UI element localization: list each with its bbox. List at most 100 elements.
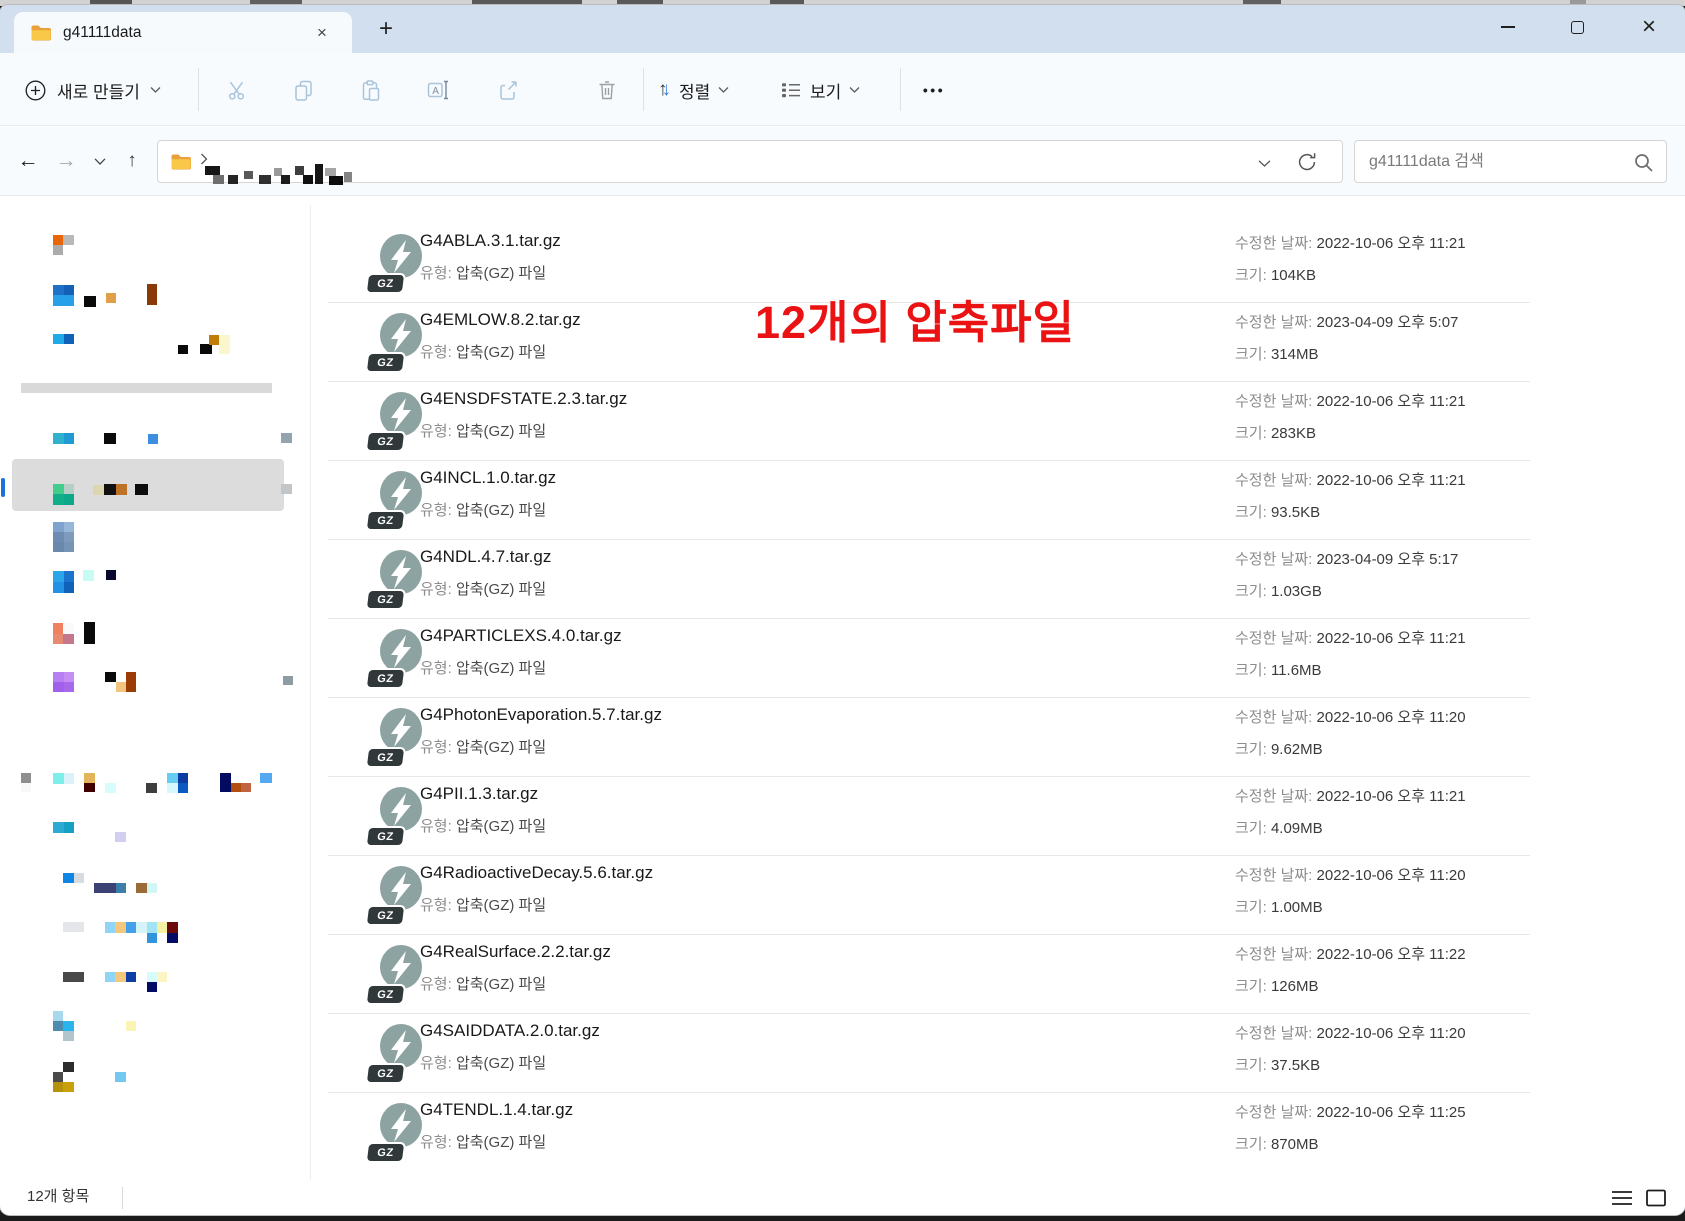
file-modified-date: 수정한 날짜: 2022-10-06 오후 11:22 — [1235, 943, 1466, 964]
file-modified-date: 수정한 날짜: 2022-10-06 오후 11:20 — [1235, 864, 1466, 885]
file-size: 크기: 1.03GB — [1235, 580, 1322, 601]
file-name: G4SAIDDATA.2.0.tar.gz — [420, 1021, 600, 1041]
tab-title: g41111data — [63, 24, 141, 42]
annotation-text: 12개의 압축파일 — [755, 286, 1075, 351]
file-row[interactable]: GZ G4PhotonEvaporation.5.7.tar.gz 유형: 압축… — [315, 698, 1537, 777]
file-size: 크기: 1.00MB — [1235, 896, 1323, 917]
file-row[interactable]: GZ G4TENDL.1.4.tar.gz 유형: 압축(GZ) 파일 수정한 … — [315, 1093, 1537, 1172]
file-name: G4RealSurface.2.2.tar.gz — [420, 942, 611, 962]
file-modified-date: 수정한 날짜: 2022-10-06 오후 11:21 — [1235, 390, 1466, 411]
sidebar-selected-item[interactable] — [12, 459, 284, 511]
view-button[interactable]: 보기 — [780, 70, 860, 110]
minimize-icon — [1501, 26, 1515, 28]
gz-badge: GZ — [367, 670, 404, 687]
tab-close-icon[interactable]: × — [310, 21, 334, 45]
file-row[interactable]: GZ G4RadioactiveDecay.5.6.tar.gz 유형: 압축(… — [315, 856, 1537, 935]
rename-icon: A — [426, 78, 450, 102]
minimize-button[interactable] — [1486, 9, 1530, 45]
details-view-button[interactable] — [1608, 1185, 1636, 1211]
file-modified-date: 수정한 날짜: 2023-04-09 오후 5:07 — [1235, 311, 1458, 332]
new-tab-button[interactable]: + — [372, 15, 400, 43]
address-dropdown-icon[interactable] — [1258, 159, 1271, 168]
gz-badge: GZ — [367, 828, 404, 845]
gz-file-icon: GZ — [378, 233, 424, 281]
maximize-button[interactable] — [1555, 9, 1599, 45]
file-size: 크기: 126MB — [1235, 975, 1318, 996]
gz-badge: GZ — [367, 591, 404, 608]
file-row[interactable]: GZ G4NDL.4.7.tar.gz 유형: 압축(GZ) 파일 수정한 날짜… — [315, 540, 1537, 619]
file-type: 유형: 압축(GZ) 파일 — [420, 1052, 546, 1073]
item-count: 12개 항목 — [27, 1181, 89, 1213]
search-box — [1354, 140, 1667, 183]
gz-badge: GZ — [367, 275, 404, 292]
file-row[interactable]: GZ G4PARTICLEXS.4.0.tar.gz 유형: 압축(GZ) 파일… — [315, 619, 1537, 698]
gz-file-icon: GZ — [378, 628, 424, 676]
file-modified-date: 수정한 날짜: 2022-10-06 오후 11:21 — [1235, 469, 1466, 490]
gz-file-icon: GZ — [378, 312, 424, 360]
file-size: 크기: 314MB — [1235, 343, 1318, 364]
paste-button[interactable] — [352, 72, 388, 108]
gz-file-icon: GZ — [378, 549, 424, 597]
folder-icon — [170, 153, 192, 171]
file-size: 크기: 11.6MB — [1235, 659, 1322, 680]
file-modified-date: 수정한 날짜: 2022-10-06 오후 11:20 — [1235, 706, 1466, 727]
gz-badge: GZ — [367, 433, 404, 450]
share-button[interactable] — [489, 72, 525, 108]
chevron-down-icon — [94, 157, 106, 166]
new-button-label: 새로 만들기 — [57, 78, 140, 103]
gz-file-icon: GZ — [378, 1102, 424, 1150]
new-button[interactable]: 새로 만들기 — [24, 70, 161, 110]
plus-circle-icon — [24, 79, 47, 102]
file-row[interactable]: GZ G4INCL.1.0.tar.gz 유형: 압축(GZ) 파일 수정한 날… — [315, 461, 1537, 540]
cut-button[interactable] — [219, 72, 255, 108]
address-bar[interactable] — [157, 140, 1343, 183]
file-row[interactable]: GZ G4PII.1.3.tar.gz 유형: 압축(GZ) 파일 수정한 날짜… — [315, 777, 1537, 856]
gz-file-icon: GZ — [378, 1023, 424, 1071]
tab-g41111data[interactable]: g41111data × — [14, 12, 352, 53]
back-button[interactable]: ← — [8, 140, 48, 182]
command-toolbar: 새로 만들기 A — [0, 53, 1685, 126]
gz-badge: GZ — [367, 1144, 404, 1161]
delete-button[interactable] — [589, 72, 625, 108]
more-options-button[interactable]: ••• — [912, 70, 956, 110]
folder-icon — [30, 24, 52, 42]
file-type: 유형: 압축(GZ) 파일 — [420, 894, 546, 915]
large-icons-view-button[interactable] — [1642, 1185, 1670, 1211]
gz-file-icon: GZ — [378, 865, 424, 913]
file-type: 유형: 압축(GZ) 파일 — [420, 262, 546, 283]
svg-text:A: A — [432, 86, 439, 97]
refresh-icon[interactable] — [1296, 151, 1318, 173]
file-name: G4INCL.1.0.tar.gz — [420, 468, 556, 488]
rename-button[interactable]: A — [420, 72, 456, 108]
chevron-down-icon — [849, 86, 860, 94]
file-name: G4RadioactiveDecay.5.6.tar.gz — [420, 863, 653, 883]
file-modified-date: 수정한 날짜: 2022-10-06 오후 11:21 — [1235, 232, 1466, 253]
sort-button[interactable]: ↑↓ 정렬 — [658, 70, 729, 110]
details-view-icon — [1610, 1188, 1634, 1208]
file-row[interactable]: GZ G4SAIDDATA.2.0.tar.gz 유형: 압축(GZ) 파일 수… — [315, 1014, 1537, 1093]
file-row[interactable]: GZ G4ENSDFSTATE.2.3.tar.gz 유형: 압축(GZ) 파일… — [315, 382, 1537, 461]
up-button[interactable]: ↑ — [112, 140, 152, 182]
file-explorer-window: g41111data × + × 새로 만들기 — [0, 5, 1685, 1215]
file-type: 유형: 압축(GZ) 파일 — [420, 499, 546, 520]
toolbar-divider — [198, 68, 199, 111]
search-input[interactable] — [1355, 141, 1666, 182]
copy-button[interactable] — [285, 72, 321, 108]
file-type: 유형: 압축(GZ) 파일 — [420, 578, 546, 599]
file-row[interactable]: GZ G4RealSurface.2.2.tar.gz 유형: 압축(GZ) 파… — [315, 935, 1537, 1014]
gz-file-icon: GZ — [378, 391, 424, 439]
close-icon: × — [1642, 15, 1656, 39]
gz-badge: GZ — [367, 354, 404, 371]
copy-icon — [292, 79, 315, 102]
close-button[interactable]: × — [1627, 9, 1671, 45]
status-bar: 12개 항목 — [0, 1181, 1685, 1215]
file-size: 크기: 93.5KB — [1235, 501, 1320, 522]
gz-file-icon: GZ — [378, 786, 424, 834]
file-name: G4PARTICLEXS.4.0.tar.gz — [420, 626, 622, 646]
large-icons-view-icon — [1644, 1188, 1668, 1208]
status-divider — [122, 1187, 123, 1209]
search-icon[interactable] — [1633, 152, 1654, 173]
file-modified-date: 수정한 날짜: 2022-10-06 오후 11:21 — [1235, 785, 1466, 806]
paste-icon — [359, 79, 382, 102]
file-type: 유형: 압축(GZ) 파일 — [420, 736, 546, 757]
